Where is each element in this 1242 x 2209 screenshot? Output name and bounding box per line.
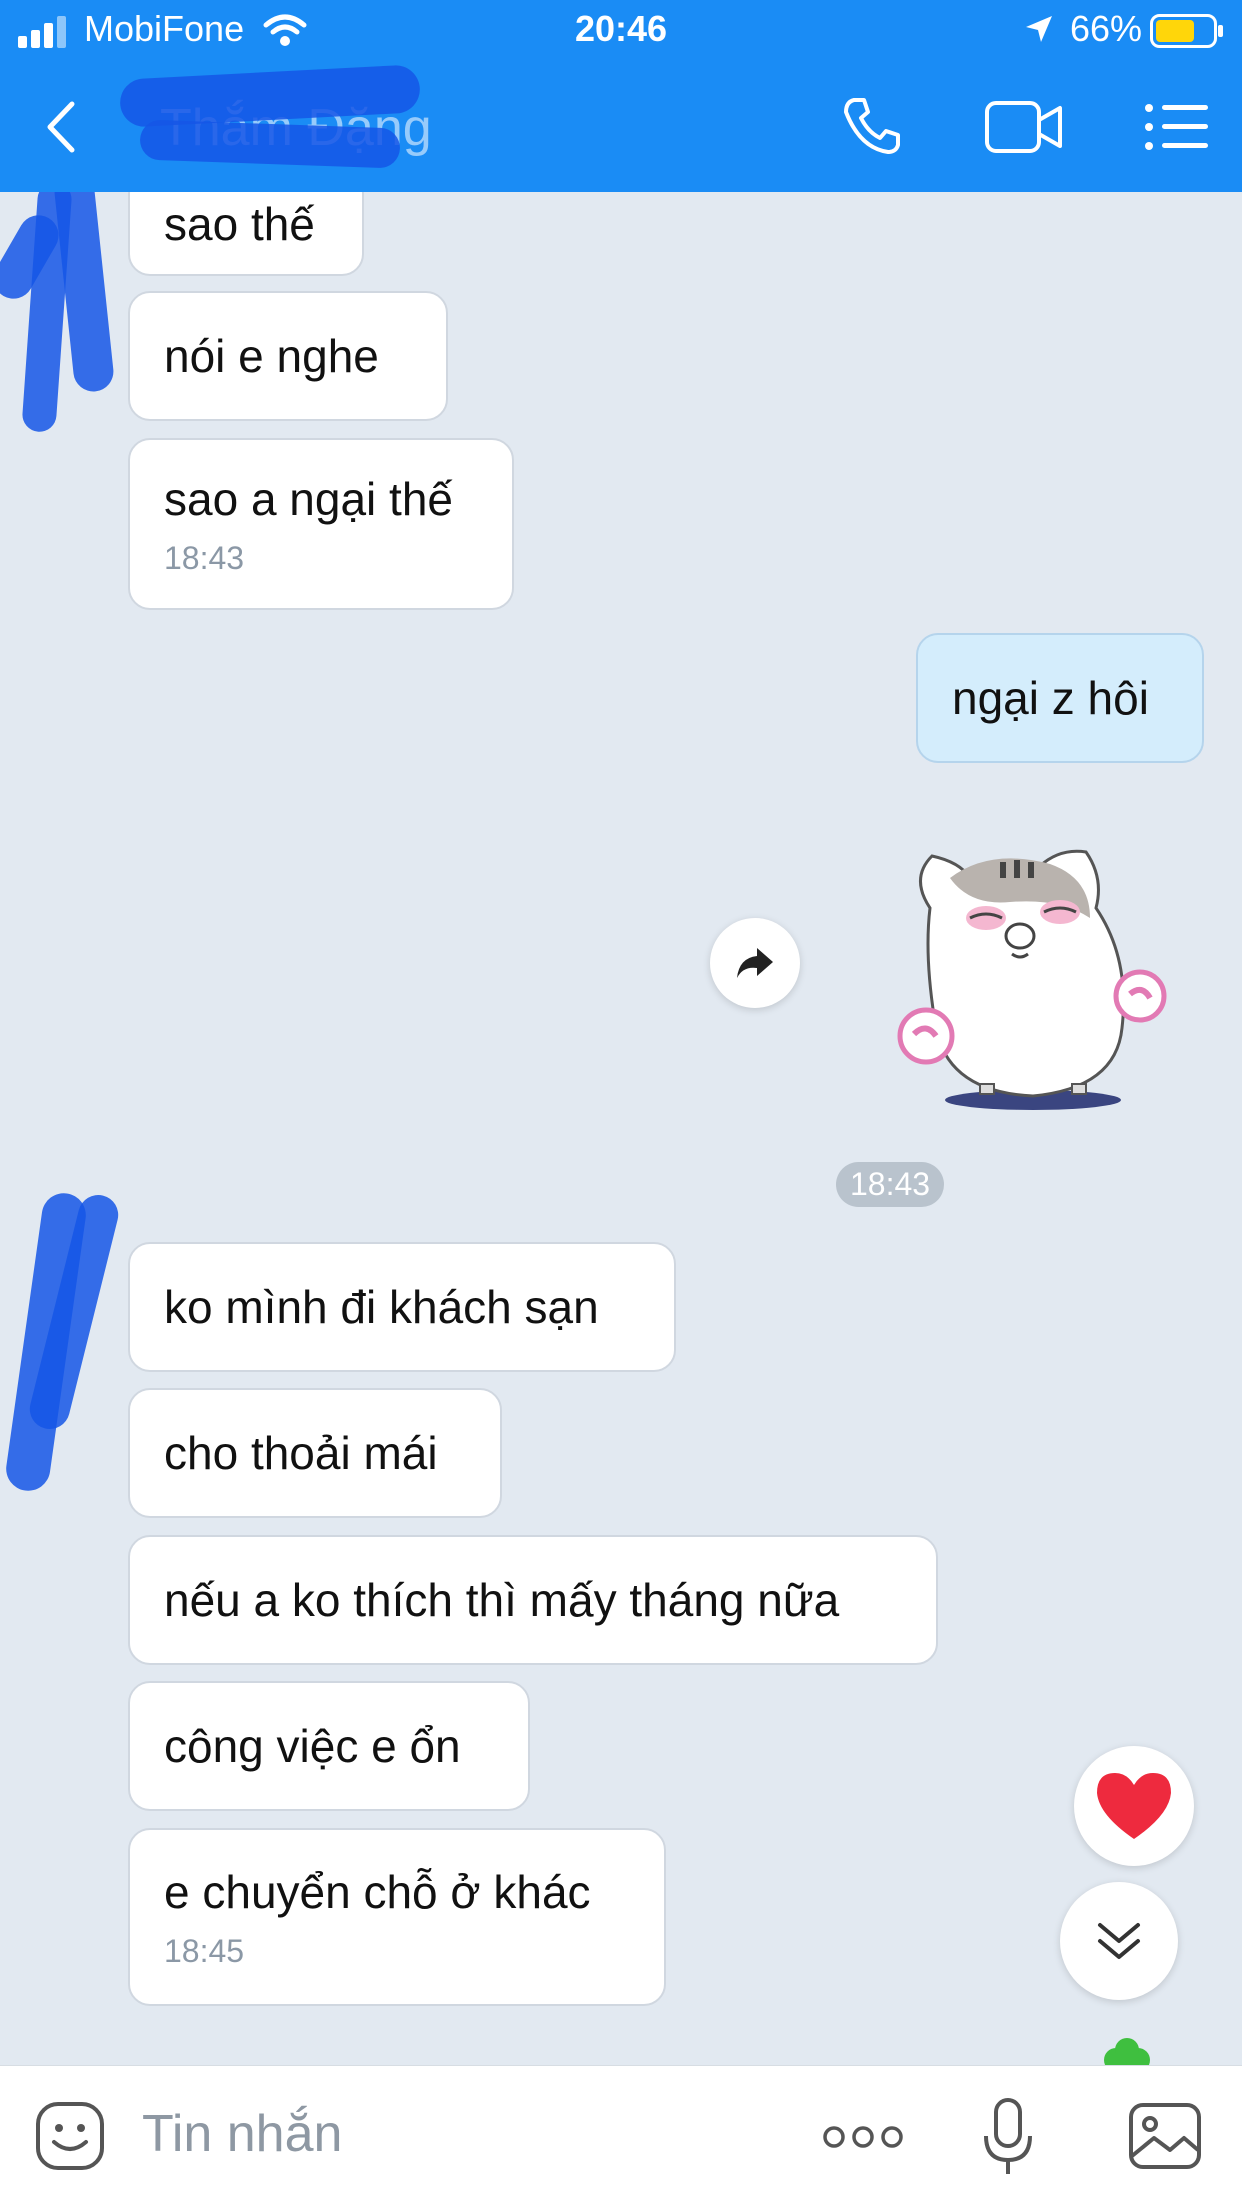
received-message[interactable]: công việc e ổn: [128, 1681, 530, 1811]
clover-icon: [1104, 2038, 1150, 2065]
scroll-down-button[interactable]: [1060, 1882, 1178, 2000]
chevron-left-icon[interactable]: [42, 100, 82, 154]
forward-arrow-icon: [737, 948, 773, 978]
redaction-scribble: [139, 119, 401, 169]
phone-icon[interactable]: [840, 94, 904, 158]
message-input[interactable]: Tin nhắn: [142, 2104, 342, 2164]
message-text: e chuyển chỗ ở khác: [164, 1865, 591, 1918]
sent-message[interactable]: ngại z hôi: [916, 633, 1204, 763]
message-text: ko mình đi khách sạn: [164, 1281, 599, 1333]
received-message[interactable]: e chuyển chỗ ở khác 18:45: [128, 1828, 666, 2006]
message-text: sao thế: [164, 198, 315, 250]
sticker-time: 18:43: [836, 1162, 945, 1207]
status-bar: MobiFone 20:46 66%: [0, 0, 1242, 62]
received-message[interactable]: nếu a ko thích thì mấy tháng nữa: [128, 1535, 938, 1665]
chat-header: Thắm Đặng: [0, 62, 1242, 192]
received-message[interactable]: cho thoải mái: [128, 1388, 502, 1518]
message-text: sao a ngại thế: [164, 472, 454, 525]
double-chevron-down-icon: [1098, 1923, 1140, 1959]
cat-sticker[interactable]: [890, 838, 1176, 1118]
received-message[interactable]: nói e nghe: [128, 291, 448, 421]
message-text: ngại z hôi: [952, 672, 1149, 724]
video-camera-icon[interactable]: [984, 100, 1064, 154]
emoji-icon[interactable]: [34, 2100, 106, 2172]
forward-button[interactable]: [710, 918, 800, 1008]
message-text: cho thoải mái: [164, 1427, 438, 1479]
received-message[interactable]: sao a ngại thế 18:43: [128, 438, 514, 610]
image-icon[interactable]: [1128, 2102, 1202, 2170]
message-text: công việc e ổn: [164, 1720, 461, 1772]
clock: 20:46: [574, 8, 668, 49]
microphone-icon[interactable]: [982, 2096, 1034, 2180]
battery-percent: 66%: [1069, 8, 1142, 49]
message-text: nếu a ko thích thì mấy tháng nữa: [164, 1574, 840, 1626]
message-list[interactable]: sao thế nói e nghe sao a ngại thế 18:43 …: [0, 192, 1242, 2065]
message-text: nói e nghe: [164, 330, 379, 382]
received-message[interactable]: ko mình đi khách sạn: [128, 1242, 676, 1372]
received-message[interactable]: sao thế: [128, 192, 364, 276]
list-menu-icon[interactable]: [1144, 102, 1210, 152]
battery-icon: [1150, 14, 1223, 48]
message-input-bar: Tin nhắn: [0, 2065, 1242, 2209]
location-arrow-icon: [1026, 16, 1052, 42]
message-time: 18:45: [164, 1932, 245, 1969]
heart-icon: [1097, 1773, 1171, 1839]
heart-reaction-button[interactable]: [1074, 1746, 1194, 1866]
more-dots-icon[interactable]: [822, 2124, 904, 2150]
message-time: 18:43: [164, 539, 245, 576]
